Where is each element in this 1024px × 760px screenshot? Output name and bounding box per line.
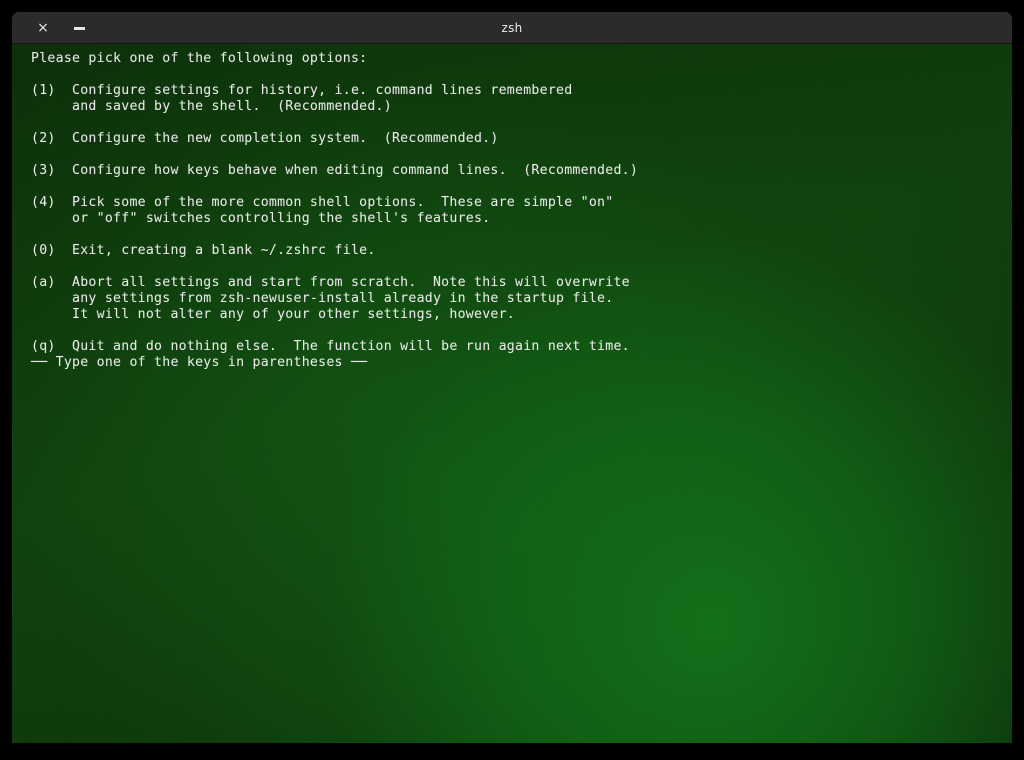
terminal-line: ── Type one of the keys in parentheses ─… bbox=[31, 355, 368, 370]
terminal-window: × zsh Please pick one of the following o… bbox=[12, 12, 1012, 743]
terminal-line: (q) Quit and do nothing else. The functi… bbox=[31, 339, 630, 354]
terminal-line: (2) Configure the new completion system.… bbox=[31, 131, 499, 146]
window-title: zsh bbox=[501, 21, 523, 35]
terminal-line: and saved by the shell. (Recommended.) bbox=[31, 99, 392, 114]
terminal-line: (4) Pick some of the more common shell o… bbox=[31, 195, 614, 210]
terminal-line: or "off" switches controlling the shell'… bbox=[31, 211, 491, 226]
terminal-body[interactable]: Please pick one of the following options… bbox=[12, 44, 1012, 743]
terminal-line: (3) Configure how keys behave when editi… bbox=[31, 163, 639, 178]
terminal-line: It will not alter any of your other sett… bbox=[31, 307, 516, 322]
terminal-line: Please pick one of the following options… bbox=[31, 51, 368, 66]
window-titlebar[interactable]: × zsh bbox=[12, 12, 1012, 44]
terminal-screen: Please pick one of the following options… bbox=[12, 44, 1012, 371]
terminal-line: (0) Exit, creating a blank ~/.zshrc file… bbox=[31, 243, 376, 258]
terminal-line: (1) Configure settings for history, i.e.… bbox=[31, 83, 573, 98]
terminal-line: (a) Abort all settings and start from sc… bbox=[31, 275, 630, 290]
terminal-line: any settings from zsh-newuser-install al… bbox=[31, 291, 614, 306]
